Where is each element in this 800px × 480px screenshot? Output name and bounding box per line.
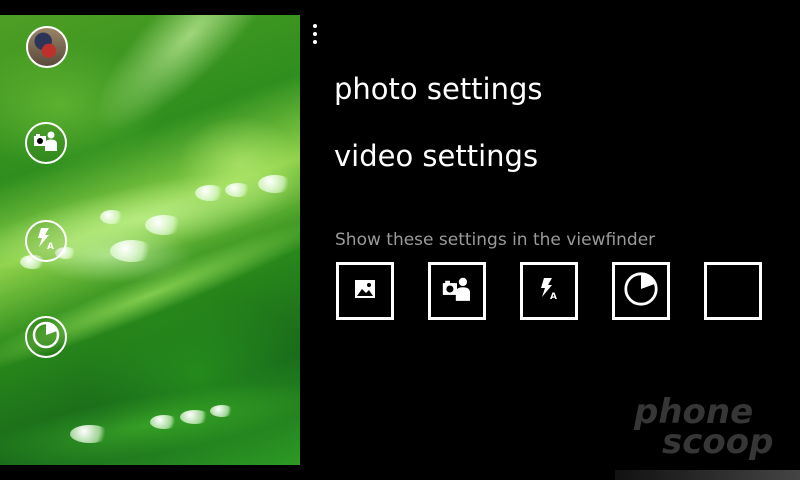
bottom-strip xyxy=(615,470,800,480)
scene-mode-icon xyxy=(441,276,473,306)
slot-image[interactable] xyxy=(336,262,394,320)
watermark-line2: scoop xyxy=(662,422,774,462)
slot-scene-mode[interactable] xyxy=(428,262,486,320)
scene-mode-icon xyxy=(33,130,59,156)
water-drop xyxy=(100,210,124,224)
self-timer-button[interactable] xyxy=(25,316,67,358)
water-drop xyxy=(195,185,225,201)
flash-auto-icon: A xyxy=(35,227,57,255)
more-options-button[interactable] xyxy=(310,22,320,52)
scene-mode-button[interactable] xyxy=(25,122,67,164)
flash-mode-button[interactable]: A xyxy=(25,220,67,262)
ellipsis-icon xyxy=(310,24,320,44)
svg-text:A: A xyxy=(550,292,557,302)
water-drop xyxy=(70,425,110,443)
water-drop xyxy=(258,175,292,193)
viewfinder-settings-label: Show these settings in the viewfinder xyxy=(335,230,656,250)
water-drop xyxy=(180,410,210,424)
grass-blade xyxy=(0,364,300,465)
water-drop xyxy=(225,183,251,197)
video-settings-link[interactable]: video settings xyxy=(334,139,538,173)
svg-text:A: A xyxy=(47,242,54,251)
timer-icon xyxy=(31,320,61,354)
slot-empty[interactable] xyxy=(704,262,762,320)
flash-auto-icon: A xyxy=(538,276,560,306)
slot-flash[interactable]: A xyxy=(520,262,578,320)
water-drop xyxy=(210,405,234,417)
slot-timer[interactable] xyxy=(612,262,670,320)
water-drop xyxy=(110,240,154,262)
phonescoop-watermark: phone scoop xyxy=(628,392,788,462)
camera-roll-thumbnail[interactable] xyxy=(26,26,68,68)
timer-icon xyxy=(622,270,660,312)
photo-settings-link[interactable]: photo settings xyxy=(334,72,543,106)
grass-blade xyxy=(69,15,300,156)
water-drop xyxy=(145,215,183,235)
water-drop xyxy=(150,415,178,429)
image-icon xyxy=(354,279,376,303)
